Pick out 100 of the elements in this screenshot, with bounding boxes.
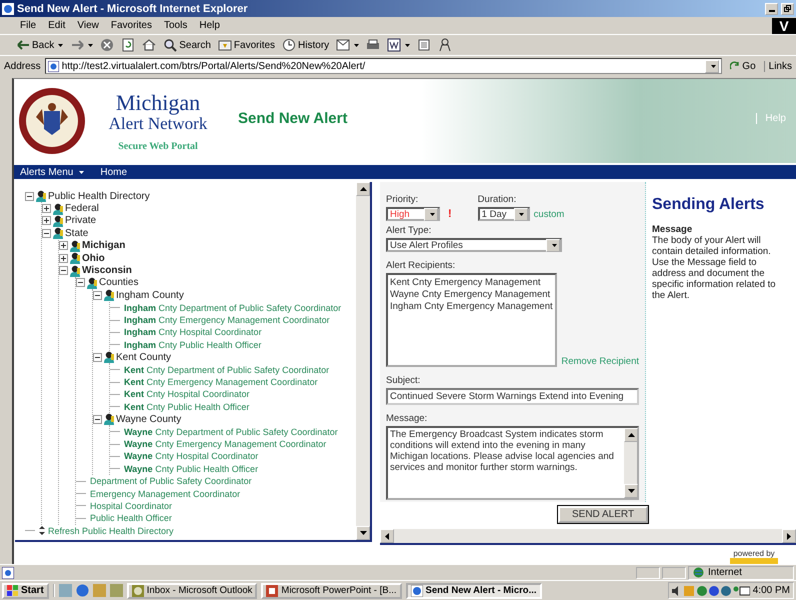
tree-folder-label[interactable]: Ingham County	[116, 290, 184, 301]
vertical-scrollbar[interactable]	[624, 428, 637, 498]
go-button[interactable]: Go	[726, 60, 760, 72]
start-button[interactable]: Start	[2, 582, 49, 598]
recipients-list[interactable]: Kent Cnty Emergency Management Wayne Cnty Emergency Management Ingham Cnty Emergency Management	[386, 273, 558, 367]
collapse-button[interactable]	[59, 266, 68, 276]
person-icon	[35, 190, 47, 202]
nav-link[interactable]: Home	[100, 166, 128, 178]
collapse-button[interactable]	[42, 228, 51, 238]
horizontal-scrollbar[interactable]	[380, 529, 796, 545]
scroll-down-button[interactable]	[624, 484, 638, 498]
tree-folder-label[interactable]: Federal	[65, 203, 99, 214]
contact-link[interactable]: Wayne Cnty Public Health Officer	[124, 464, 258, 474]
menu-item[interactable]: Edit	[42, 20, 72, 31]
restore-button[interactable]	[781, 2, 794, 14]
scroll-left-button[interactable]	[380, 529, 394, 543]
contact-link[interactable]: Ingham Cnty Emergency Management Coordinator	[124, 315, 330, 326]
send-alert-button[interactable]: SEND ALERT	[558, 506, 648, 523]
collapse-button[interactable]	[25, 192, 34, 201]
contact-link[interactable]: Emergency Management Coordinator	[90, 488, 240, 499]
tree-folder-label[interactable]: Wisconsin	[82, 265, 132, 276]
contact-link[interactable]: Kent Cnty Department of Public Safety Coordinator	[124, 364, 330, 375]
address-label: Address	[4, 60, 41, 72]
toolbar-button[interactable]: Favorites	[216, 38, 278, 52]
menu-item[interactable]: Favorites	[104, 20, 158, 31]
dropdown-button[interactable]	[705, 60, 720, 72]
tree-folder-label[interactable]: Counties	[99, 277, 138, 288]
vertical-scrollbar[interactable]	[356, 182, 370, 540]
mail-icon	[336, 40, 350, 50]
recipient-option[interactable]: Ingham Cnty Emergency Management	[390, 301, 554, 313]
menu-item[interactable]: File	[14, 20, 42, 31]
address-field[interactable]: http://test2.virtualalert.com/btrs/Portal/Alerts/Send%20New%20Alert/	[44, 58, 722, 74]
refresh-link[interactable]: Refresh Public Health Directory	[48, 526, 174, 536]
contact-link[interactable]: Ingham Cnty Public Health Officer	[124, 340, 262, 350]
help-title: Sending Alerts	[652, 196, 766, 214]
recipient-option[interactable]: Wayne Cnty Emergency Management	[390, 289, 554, 301]
toolbar-button[interactable]: Search	[161, 38, 213, 52]
contact-link[interactable]: Wayne Cnty Emergency Management Coordinator	[124, 439, 326, 449]
down-arrow-icon	[628, 489, 634, 493]
message-textarea[interactable]: The Emergency Broadcast System indicates storm conditions will extend into the evening in many Michigan locations. Please advise local agencies and services and monitor further storm warnings.	[386, 426, 639, 500]
browser-icon	[410, 584, 422, 596]
tree-folder-label[interactable]: Public Health Directory	[48, 190, 150, 202]
menu-item[interactable]: View	[71, 20, 105, 31]
contact-link[interactable]: Kent Cnty Public Health Officer	[124, 402, 250, 412]
scroll-right-button[interactable]	[782, 529, 796, 543]
tree-folder-label[interactable]: Michigan	[82, 240, 126, 252]
brand-title: Michigan	[116, 90, 200, 114]
contact-link[interactable]: Wayne Cnty Hospital Coordinator	[124, 451, 258, 462]
collapse-button[interactable]	[76, 278, 85, 288]
links-button[interactable]: Links	[764, 60, 792, 72]
expand-button[interactable]	[59, 241, 68, 250]
contact-link[interactable]: Kent Cnty Hospital Coordinator	[124, 389, 250, 400]
expand-button[interactable]	[42, 216, 51, 226]
contact-link[interactable]: Public Health Officer	[90, 513, 172, 524]
toolbar-button[interactable]: Back	[14, 38, 66, 52]
quick-launch-icon[interactable]	[76, 584, 89, 597]
scroll-up-button[interactable]	[356, 182, 370, 196]
subject-field[interactable]: Continued Severe Storm Warnings Extend into Evening	[386, 388, 639, 405]
priority-select[interactable]: High	[386, 207, 440, 221]
collapse-button[interactable]	[93, 352, 102, 362]
toolbar-button[interactable]: History	[280, 38, 332, 52]
clock: 4:00 PM	[752, 585, 790, 596]
taskbar-button[interactable]: Inbox - Microsoft Outlook	[126, 582, 258, 598]
menu-item[interactable]: Tools	[158, 20, 194, 31]
home-icon	[142, 39, 156, 51]
expand-button[interactable]	[59, 254, 68, 263]
scroll-up-button[interactable]	[624, 428, 638, 442]
taskbar-button[interactable]: Send New Alert - Micro...	[406, 582, 542, 598]
tree-folder-label[interactable]: Ohio	[82, 252, 105, 264]
contact-link[interactable]: Department of Public Safety Coordinator	[90, 476, 252, 486]
scroll-down-button[interactable]	[356, 526, 370, 540]
zone-indicator: Internet	[688, 566, 794, 580]
tree-folder-label[interactable]: Kent County	[116, 352, 172, 363]
contact-link[interactable]: Ingham Cnty Hospital Coordinator	[124, 327, 262, 338]
collapse-button[interactable]	[93, 290, 102, 300]
collapse-button[interactable]	[93, 414, 102, 424]
minimize-button[interactable]	[765, 2, 778, 14]
person-icon	[52, 202, 64, 215]
help-heading: Message	[652, 224, 694, 235]
up-arrow-icon	[628, 433, 634, 437]
menu-item[interactable]: Help	[193, 20, 226, 31]
nav-link[interactable]: Alerts Menu	[20, 166, 84, 178]
alert-type-select[interactable]: Use Alert Profiles	[386, 238, 562, 252]
expand-button[interactable]	[42, 204, 51, 214]
tree-folder-label[interactable]: Private	[65, 215, 96, 226]
contact-link[interactable]: Ingham Cnty Department of Public Safety Coordinator	[124, 302, 342, 313]
duration-select[interactable]: 1 Day	[478, 207, 530, 221]
folder-icon	[218, 40, 232, 50]
tree-folder-label[interactable]: Wayne County	[116, 414, 182, 425]
contact-link[interactable]: Wayne Cnty Department of Public Safety Coordinator	[124, 426, 338, 437]
person-icon	[52, 214, 64, 227]
contact-link[interactable]: Hospital Coordinator	[90, 500, 172, 511]
taskbar-button[interactable]: Microsoft PowerPoint - [B...	[261, 582, 402, 598]
contact-link[interactable]: Kent Cnty Emergency Management Coordinator	[124, 377, 318, 388]
toolbar-button[interactable]	[334, 38, 362, 52]
windows-flag-icon	[7, 585, 19, 596]
tree-folder-label[interactable]: State	[65, 228, 88, 239]
back-arrow-icon	[17, 40, 30, 50]
recipient-option[interactable]: Kent Cnty Emergency Management	[390, 277, 554, 289]
toolbar-button[interactable]	[385, 38, 412, 52]
